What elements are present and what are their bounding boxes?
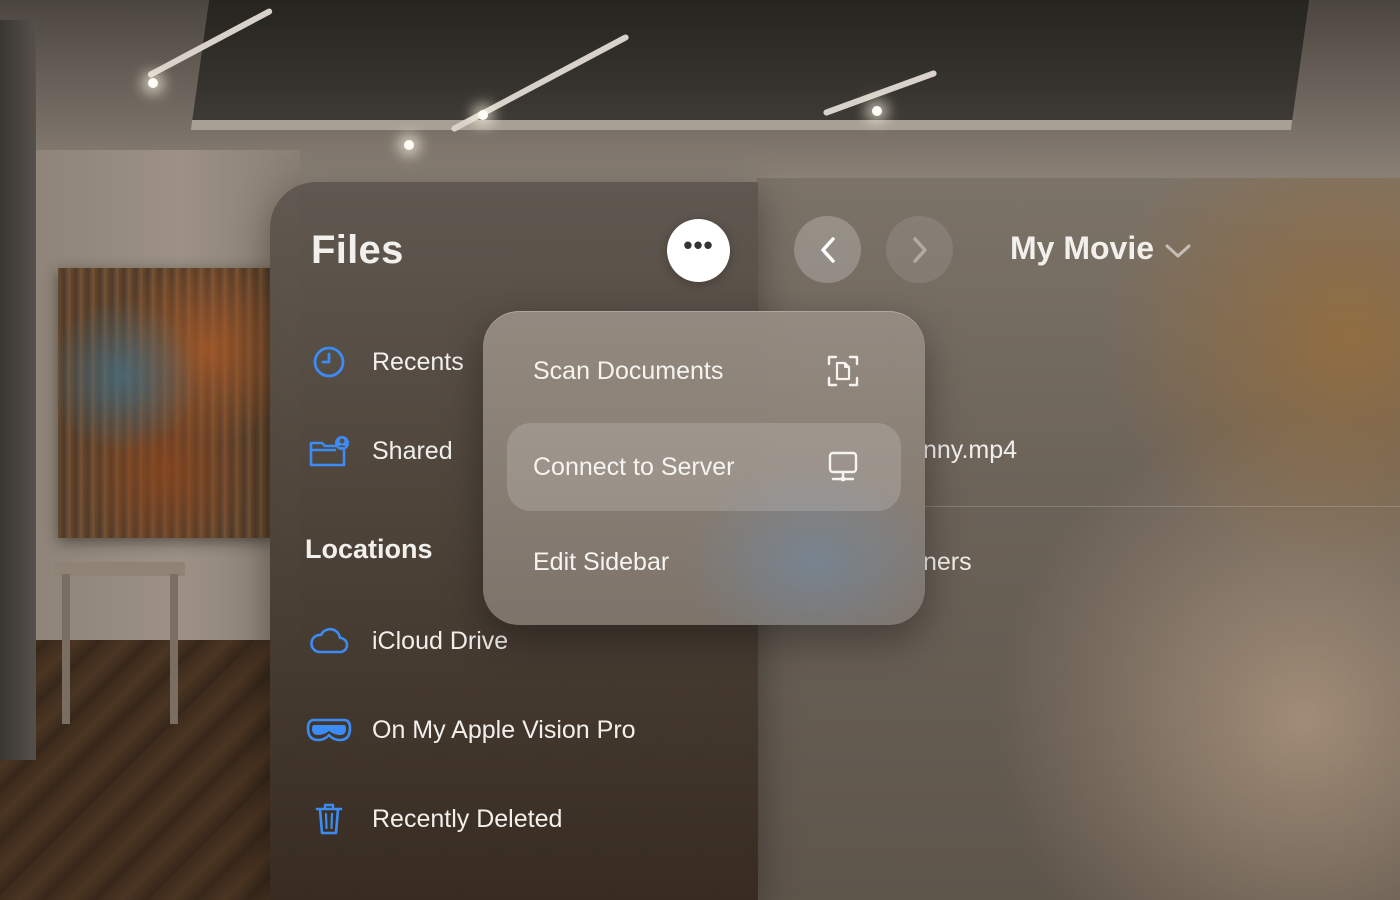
clock-icon xyxy=(306,342,352,382)
locations-heading: Locations xyxy=(305,534,433,564)
wall-painting xyxy=(58,268,273,538)
chevron-down-icon xyxy=(1165,244,1191,257)
spot-lamp xyxy=(404,140,414,150)
sidebar-item-label: iCloud Drive xyxy=(372,626,509,655)
menu-item-label: Edit Sidebar xyxy=(533,547,670,576)
file-item[interactable]: nny.mp4 xyxy=(923,436,1017,465)
sidebar-item-label: Recently Deleted xyxy=(372,804,563,833)
folder-title-menu[interactable]: My Movie xyxy=(1010,230,1192,267)
shared-folder-icon xyxy=(306,431,352,471)
bench-leg xyxy=(62,574,70,724)
visionos-environment: My Movie nny.mp4 ners Files ••• Recents xyxy=(0,0,1400,900)
back-button[interactable] xyxy=(794,216,861,283)
menu-item-label: Scan Documents xyxy=(533,356,724,385)
file-item[interactable]: ners xyxy=(923,548,972,577)
scan-document-icon xyxy=(825,353,861,389)
more-options-button[interactable]: ••• xyxy=(667,219,730,282)
sidebar-item-recently-deleted[interactable]: Recently Deleted xyxy=(306,794,736,844)
spot-lamp xyxy=(478,110,488,120)
spot-lamp xyxy=(872,106,882,116)
folder-title: My Movie xyxy=(1010,230,1155,266)
menu-item-connect-to-server[interactable]: Connect to Server xyxy=(507,423,901,511)
gallery-bench xyxy=(55,562,185,576)
sidebar-item-label: Shared xyxy=(372,436,453,465)
vision-pro-icon xyxy=(306,710,352,750)
server-monitor-icon xyxy=(825,449,861,485)
spot-lamp xyxy=(148,78,158,88)
ellipsis-icon: ••• xyxy=(683,229,714,260)
sidebar-item-on-my-vision-pro[interactable]: On My Apple Vision Pro xyxy=(306,705,736,755)
chevron-right-icon xyxy=(912,236,927,263)
more-options-menu: Scan Documents Connect to Server Edit Si… xyxy=(483,311,925,625)
cloud-icon xyxy=(306,621,352,661)
menu-item-label: Connect to Server xyxy=(533,452,735,481)
menu-item-scan-documents[interactable]: Scan Documents xyxy=(507,327,901,415)
file-divider xyxy=(907,506,1400,507)
sidebar-item-label: On My Apple Vision Pro xyxy=(372,715,636,744)
bench-leg xyxy=(170,574,178,724)
app-title: Files xyxy=(311,228,404,272)
ceiling-skylight xyxy=(190,0,1310,130)
menu-item-edit-sidebar[interactable]: Edit Sidebar xyxy=(507,518,901,606)
forward-button[interactable] xyxy=(886,216,953,283)
chevron-left-icon xyxy=(820,236,835,263)
sidebar-item-label: Recents xyxy=(372,347,464,376)
gallery-pillar xyxy=(0,20,36,760)
trash-icon xyxy=(306,799,352,839)
